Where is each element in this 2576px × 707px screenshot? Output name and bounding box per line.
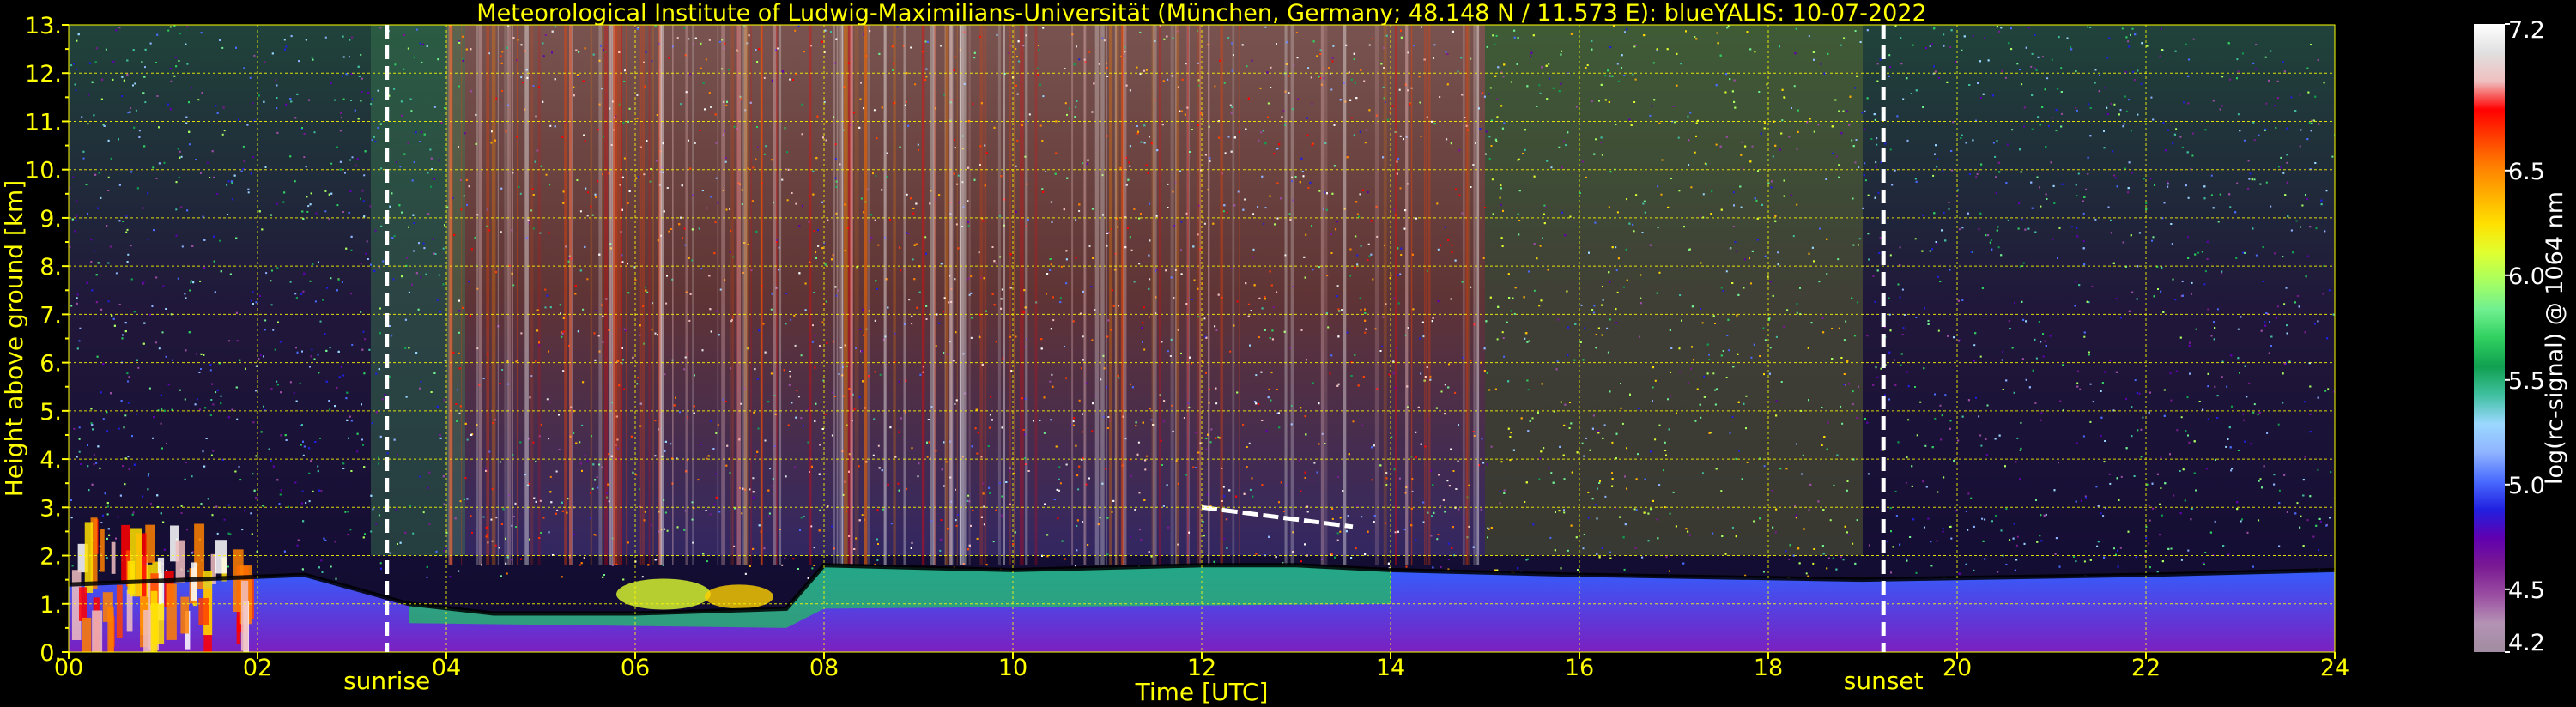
aerosol-blob [616,578,711,610]
x-axis-label: Time [UTC] [1135,678,1269,706]
colorbar-tick-label: 6.5 [2508,159,2545,185]
x-tick-label: 04 [432,655,461,681]
x-tick-label: 12 [1187,655,1216,681]
y-tick-label: 11. [25,109,62,136]
x-tick-label: 14 [1376,655,1405,681]
colorbar-tick-label: 4.5 [2508,577,2545,604]
sunset-label: sunset [1844,667,1924,695]
y-tick-label: 4. [39,447,62,474]
colorbar-tick-label: 5.0 [2508,473,2545,499]
y-tick-label: 10. [25,158,62,184]
y-tick-label: 7. [39,302,62,329]
x-tick-label: 08 [809,655,839,681]
y-tick-label: 2. [39,544,62,571]
colorbar: 4.2 4.5 5.0 5.5 6.0 6.5 7.2 log(rc-signal) @ 1… [2474,17,2568,656]
x-tick-label: 10 [998,655,1027,681]
y-tick-label: 0. [39,640,62,667]
y-tick-label: 8. [39,254,62,281]
x-tick-label: 22 [2131,655,2161,681]
colorbar-label: log(rc-signal) @ 1064 nm [2542,191,2568,485]
aerosol-blob [705,584,773,609]
y-tick-label: 5. [39,399,62,426]
x-tick-label: 24 [2320,655,2349,681]
colorbar-tick-label: 5.5 [2508,368,2545,395]
x-tick-label: 16 [1565,655,1594,681]
plot-area [68,24,2336,653]
y-tick-label: 13. [25,13,62,39]
backscatter-field [69,25,2335,652]
colorbar-ticks: 4.2 4.5 5.0 5.5 6.0 6.5 7.2 [2505,17,2545,656]
x-tick-label: 02 [243,655,272,681]
x-tick-label: 06 [621,655,650,681]
afternoon-noise-wash [1485,25,1863,556]
colorbar-gradient [2474,24,2505,652]
x-tick-label: 18 [1754,655,1783,681]
y-tick-label: 1. [39,592,62,619]
y-axis-ticks: 0. 1. 2. 3. 4. 5. 6. 7. 8. 9. 10. 11. 12. 13. [25,13,69,667]
signal-streaks [448,25,1480,565]
annotation-labels: sunrise sunset [343,667,1924,695]
y-tick-label: 9. [39,206,62,233]
y-tick-label: 6. [39,351,62,378]
sunrise-label: sunrise [343,667,430,695]
y-tick-label: 3. [39,495,62,522]
lidar-chart: Meteorological Institute of Ludwig-Maxim… [0,0,2568,706]
x-tick-label: 20 [1943,655,1972,681]
colorbar-tick-label: 4.2 [2508,630,2545,656]
y-axis-label: Height above ground [km] [0,180,28,498]
colorbar-tick-label: 6.0 [2508,263,2545,290]
colorbar-tick-label: 7.2 [2508,17,2545,44]
chart-title: Meteorological Institute of Ludwig-Maxim… [476,0,1926,27]
y-tick-label: 12. [25,61,62,88]
